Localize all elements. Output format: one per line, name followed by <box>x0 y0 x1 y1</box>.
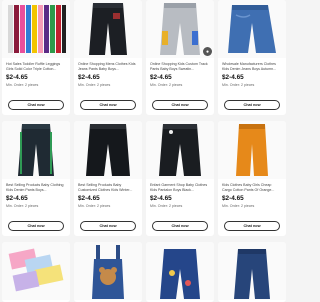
min-order: Min. Order: 2 pieces <box>222 203 255 208</box>
product-title[interactable]: Best Selling Products Baby Clothing Kids… <box>6 183 66 192</box>
product-card[interactable] <box>218 242 286 302</box>
chat-now-button[interactable]: Chat now <box>80 100 136 110</box>
product-price: $2-4.65 <box>78 195 100 203</box>
min-order: Min. Order: 2 pieces <box>78 203 111 208</box>
product-card[interactable]: ● Online Shopping Kids Custom Track Pant… <box>146 0 214 115</box>
overalls-illustration <box>92 245 124 299</box>
min-order: Min. Order: 2 pieces <box>150 203 183 208</box>
product-image[interactable] <box>2 121 70 179</box>
product-image[interactable] <box>218 0 286 58</box>
chat-now-button[interactable]: Chat now <box>152 221 208 231</box>
product-image[interactable] <box>218 121 286 179</box>
product-card[interactable]: Online Shopping Mens Clothes Kids Jeans … <box>74 0 142 115</box>
product-image[interactable]: ● <box>146 0 214 58</box>
product-image[interactable] <box>2 0 70 58</box>
black-jeans-illustration <box>89 3 127 55</box>
track-pants-illustration <box>160 3 200 55</box>
product-price: $2-4.65 <box>222 195 244 203</box>
product-title[interactable]: Best Selling Products Baby Customized Cl… <box>78 183 138 192</box>
chat-now-button[interactable]: Chat now <box>80 221 136 231</box>
product-card[interactable]: Best Selling Products Baby Clothing Kids… <box>2 121 70 236</box>
product-image[interactable] <box>74 121 142 179</box>
min-order: Min. Order: 2 pieces <box>150 82 183 87</box>
product-price: $2-4.65 <box>6 195 28 203</box>
product-title[interactable]: Enfant Garment Shop Baby Clothes Kids Pa… <box>150 183 210 192</box>
min-order: Min. Order: 2 pieces <box>222 82 255 87</box>
chat-now-button[interactable]: Chat now <box>8 100 64 110</box>
winter-pants-illustration <box>86 124 130 176</box>
chat-now-button[interactable]: Chat now <box>224 100 280 110</box>
printed-jeans-illustration <box>160 249 200 299</box>
chat-now-button[interactable]: Chat now <box>224 221 280 231</box>
product-image[interactable] <box>2 242 70 300</box>
product-image[interactable] <box>74 242 142 300</box>
product-price: $2-4.65 <box>222 74 244 82</box>
product-image[interactable] <box>146 242 214 300</box>
pastel-pants-illustration <box>8 248 64 292</box>
min-order: Min. Order: 2 pieces <box>78 82 111 87</box>
product-card[interactable] <box>146 242 214 302</box>
denim-pants-illustration <box>234 249 270 299</box>
product-card[interactable] <box>2 242 70 302</box>
product-card[interactable]: Enfant Garment Shop Baby Clothes Kids Pa… <box>146 121 214 236</box>
striped-pants-illustration <box>18 124 54 176</box>
product-price: $2-4.65 <box>78 74 100 82</box>
product-title[interactable]: Kids Clothes Baby Girls Cheap Cargo Cott… <box>222 183 282 192</box>
product-image[interactable] <box>218 242 286 300</box>
product-title[interactable]: Wholesale Manufacturers Clothes Kids Den… <box>222 62 282 71</box>
chat-now-button[interactable]: Chat now <box>8 221 64 231</box>
orange-cargo-pants-illustration <box>236 124 268 176</box>
chat-bubble-icon[interactable]: ● <box>203 47 212 56</box>
min-order: Min. Order: 2 pieces <box>6 82 39 87</box>
product-image[interactable] <box>74 0 142 58</box>
product-card[interactable] <box>74 242 142 302</box>
product-card[interactable]: Wholesale Manufacturers Clothes Kids Den… <box>218 0 286 115</box>
product-image[interactable] <box>146 121 214 179</box>
product-title[interactable]: Online Shopping Mens Clothes Kids Jeans … <box>78 62 138 71</box>
product-grid: Hot Sales Toddler Ruffle Leggings Girls … <box>0 0 286 302</box>
product-title[interactable]: Online Shopping Kids Custom Track Pants … <box>150 62 210 71</box>
product-card[interactable]: Best Selling Products Baby Customized Cl… <box>74 121 142 236</box>
product-price: $2-4.65 <box>150 74 172 82</box>
black-pantalon-illustration <box>159 124 201 176</box>
leggings-illustration <box>8 5 66 53</box>
product-card[interactable]: Hot Sales Toddler Ruffle Leggings Girls … <box>2 0 70 115</box>
product-price: $2-4.65 <box>150 195 172 203</box>
min-order: Min. Order: 2 pieces <box>6 203 39 208</box>
product-card[interactable]: Kids Clothes Baby Girls Cheap Cargo Cott… <box>218 121 286 236</box>
product-title[interactable]: Hot Sales Toddler Ruffle Leggings Girls … <box>6 62 66 71</box>
chat-now-button[interactable]: Chat now <box>152 100 208 110</box>
product-price: $2-4.65 <box>6 74 28 82</box>
denim-jeans-illustration <box>228 5 276 53</box>
